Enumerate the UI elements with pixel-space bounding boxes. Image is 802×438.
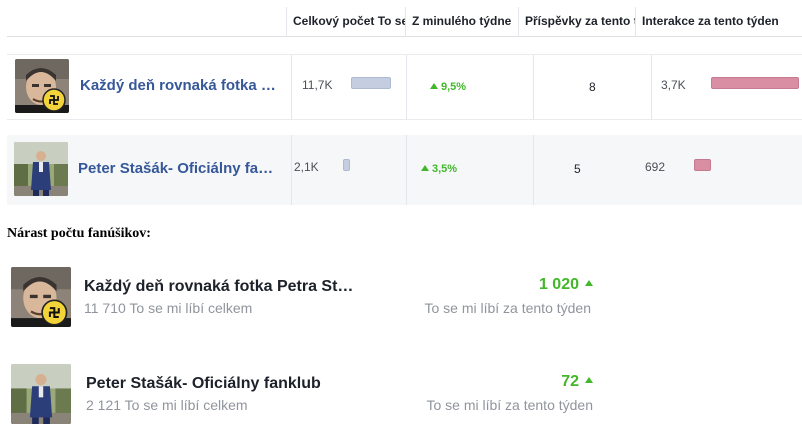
total-likes-value: 11,7K: [302, 78, 333, 92]
list-item: Peter Stašák- Oficiálny fanklub 2 121 To…: [11, 364, 601, 428]
fan-weekly-delta: 1 020: [539, 276, 593, 294]
posts-value: 5: [574, 162, 581, 176]
arrow-up-icon: [585, 377, 593, 383]
fan-page-name[interactable]: Každý deň rovnaká fotka Petra St…: [84, 278, 353, 296]
column-header-page: [7, 7, 286, 37]
change-trend: 3,5%: [421, 163, 457, 175]
interactions-bar: [694, 159, 711, 171]
interactions-bar: [711, 77, 799, 89]
fan-weekly-delta: 72: [561, 373, 593, 391]
column-header-posts[interactable]: Příspěvky za tento týden: [518, 7, 635, 37]
portrait-swastika-icon: [15, 59, 69, 113]
table-row: Peter Stašák- Oficiálny fanklub 2,1K 3,5…: [7, 135, 802, 205]
change-value: 3,5%: [432, 163, 458, 175]
page-name-link[interactable]: Každý deň rovnaká fotka Petra Stašáka: [80, 77, 280, 94]
man-in-suit-photo-icon: [14, 142, 68, 196]
change-cell: 3,5%: [406, 135, 533, 205]
fan-total-likes: 11 710 To se mi líbí celkem: [84, 300, 253, 316]
total-likes-cell: 2,1K: [291, 135, 406, 205]
posts-cell: 8: [533, 55, 651, 119]
page-avatar[interactable]: [14, 142, 68, 196]
column-header-total-likes[interactable]: Celkový počet To se mi líbí: [286, 7, 405, 37]
fan-page-name[interactable]: Peter Stašák- Oficiálny fanklub: [86, 375, 321, 393]
fan-delta-value: 1 020: [538, 276, 579, 293]
posts-value: 8: [589, 80, 596, 94]
fan-weekly-label: To se mi líbí za tento týden: [424, 300, 591, 316]
page-cell: Každý deň rovnaká fotka Petra Stašáka: [7, 55, 291, 119]
arrow-up-icon: [430, 83, 438, 89]
interactions-cell: 692: [636, 135, 802, 205]
column-header-interactions[interactable]: Interakce za tento týden: [635, 7, 802, 37]
total-likes-bar: [351, 77, 391, 89]
change-value: 9,5%: [441, 81, 467, 93]
fan-delta-value: 72: [561, 373, 579, 390]
arrow-up-icon: [421, 165, 429, 171]
fan-growth-heading: Nárast počtu fanúšikov:: [7, 226, 151, 241]
pages-comparison-table: Celkový počet To se mi líbí Z minulého t…: [7, 7, 802, 205]
arrow-up-icon: [585, 280, 593, 286]
total-likes-value: 2,1K: [294, 160, 319, 174]
page-avatar[interactable]: [11, 267, 71, 327]
portrait-swastika-icon: [11, 267, 71, 327]
interactions-value: 692: [645, 160, 666, 174]
column-header-change[interactable]: Z minulého týdne: [405, 7, 518, 37]
page-avatar[interactable]: [15, 59, 69, 113]
fan-weekly-label: To se mi líbí za tento týden: [426, 397, 593, 413]
table-row: Každý deň rovnaká fotka Petra Stašáka 11…: [7, 54, 802, 120]
total-likes-cell: 11,7K: [291, 55, 406, 119]
page-cell: Peter Stašák- Oficiálny fanklub: [7, 135, 291, 205]
table-header: Celkový počet To se mi líbí Z minulého t…: [7, 7, 802, 37]
page-name-link[interactable]: Peter Stašák- Oficiálny fanklub: [78, 160, 278, 177]
change-cell: 9,5%: [406, 55, 533, 119]
man-in-suit-photo-icon: [11, 364, 71, 424]
posts-cell: 5: [533, 135, 651, 205]
fan-total-likes: 2 121 To se mi líbí celkem: [86, 397, 248, 413]
total-likes-bar: [343, 159, 350, 171]
interactions-value: 3,7K: [661, 78, 686, 92]
change-trend: 9,5%: [430, 81, 466, 93]
page-avatar[interactable]: [11, 364, 71, 424]
interactions-cell: 3,7K: [651, 55, 802, 119]
list-item: Každý deň rovnaká fotka Petra St… 11 710…: [11, 267, 601, 331]
